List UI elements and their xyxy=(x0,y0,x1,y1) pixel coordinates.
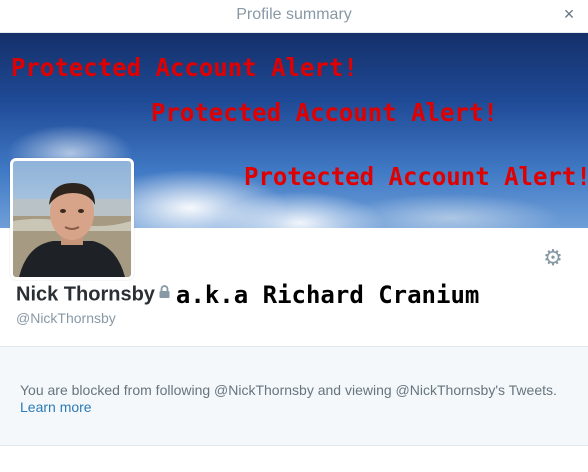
display-name: Nick Thornsby xyxy=(16,283,155,306)
modal-header: Profile summary × xyxy=(0,0,588,33)
lock-icon xyxy=(159,284,170,303)
blocked-notice: You are blocked from following @NickThor… xyxy=(0,346,588,446)
name-row: Nick Thornsby a.k.a Richard Cranium xyxy=(16,281,479,311)
alert-text: Protected Account Alert! xyxy=(151,98,498,127)
screen-name: @NickThornsby xyxy=(16,310,116,326)
aka-annotation: a.k.a Richard Cranium xyxy=(175,281,480,309)
blocked-message: You are blocked from following @NickThor… xyxy=(20,382,557,398)
avatar-photo xyxy=(13,161,131,277)
gear-icon[interactable]: ⚙ xyxy=(541,246,565,270)
alert-text: Protected Account Alert! xyxy=(244,162,588,191)
alert-text: Protected Account Alert! xyxy=(11,53,358,82)
close-icon[interactable]: × xyxy=(560,5,578,23)
modal-title: Profile summary xyxy=(236,6,352,23)
learn-more-link[interactable]: Learn more xyxy=(20,399,92,415)
avatar[interactable] xyxy=(10,158,134,280)
